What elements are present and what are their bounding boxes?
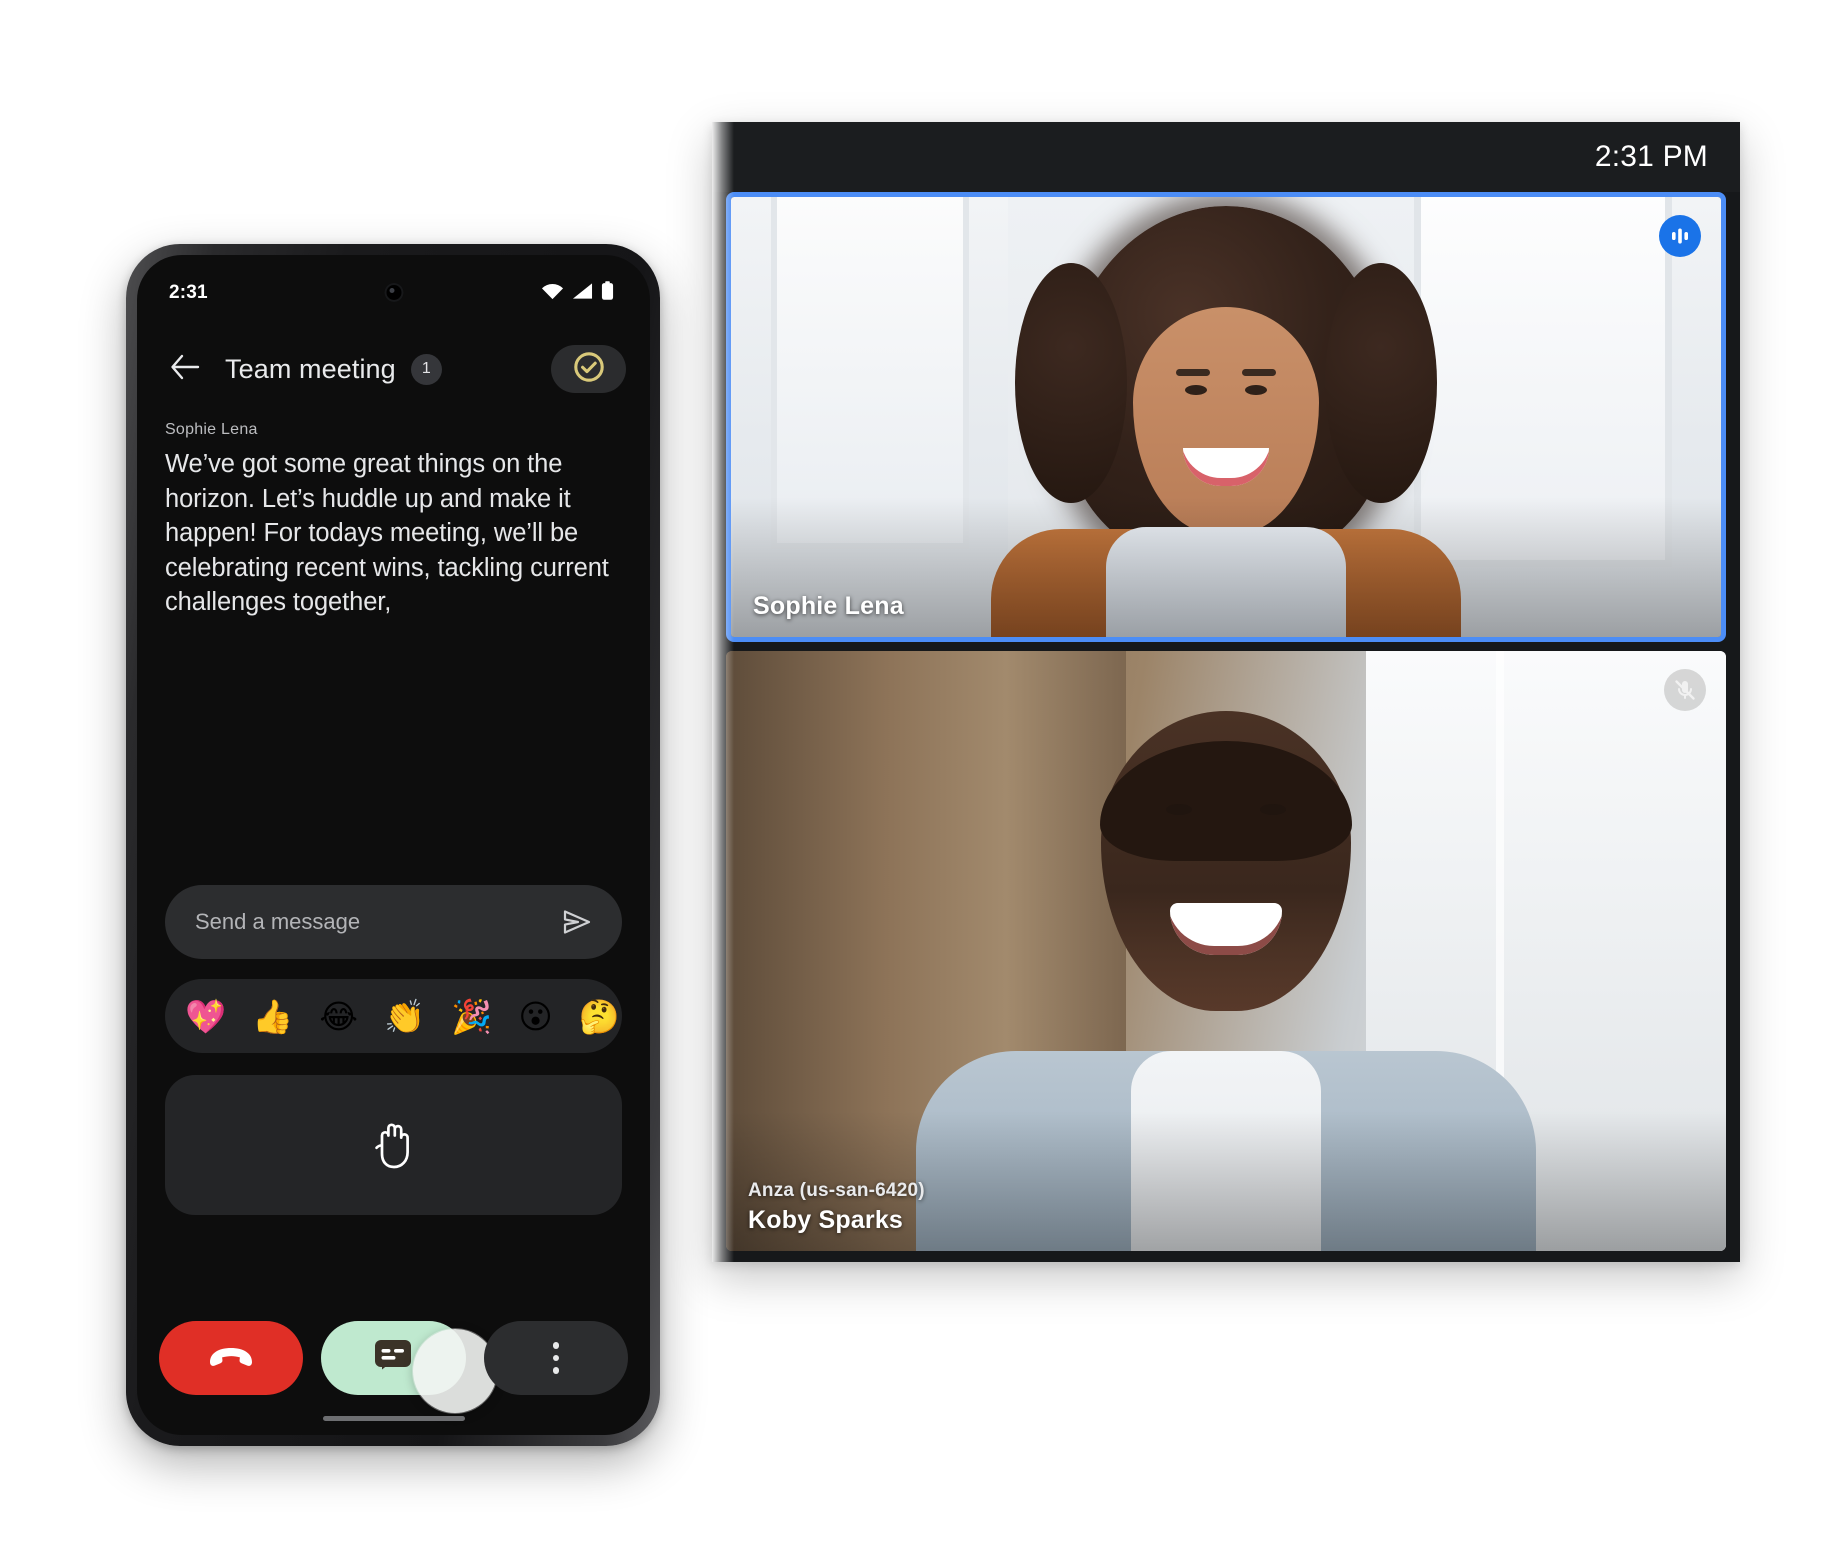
cellular-signal-icon — [572, 282, 593, 305]
phone-status-bar: 2:31 — [137, 277, 650, 309]
video-clock: 2:31 PM — [1594, 140, 1708, 173]
more-options-button[interactable] — [483, 1321, 628, 1395]
participant-count-badge[interactable]: 1 — [410, 353, 442, 385]
participant-name: Sophie Lena — [753, 592, 904, 620]
message-composer[interactable]: Send a message — [165, 885, 622, 959]
message-sender: Sophie Lena — [165, 421, 258, 438]
video-call-window: 2:31 PM Sophie Lena Anza (us-san-6420) K… — [712, 122, 1740, 1262]
face-with-open-mouth-emoji[interactable]: 😮 — [518, 1000, 552, 1033]
send-icon[interactable] — [560, 905, 594, 939]
screenshot-stage: 2:31 Team meeting 1 Sophie Lena We’ve go… — [0, 0, 1831, 1553]
participant-label: Anza (us-san-6420) Koby Sparks — [748, 1180, 925, 1235]
participant-sublabel: Anza (us-san-6420) — [748, 1180, 925, 1201]
call-controls-bar — [137, 1321, 650, 1413]
raise-hand-icon — [368, 1115, 420, 1176]
wifi-icon — [541, 282, 564, 305]
back-button[interactable] — [163, 347, 207, 391]
more-vertical-icon — [552, 1342, 560, 1374]
participant-label: Sophie Lena — [753, 592, 904, 621]
message-body: We’ve got some great things on the horiz… — [165, 450, 609, 617]
chat-icon — [373, 1338, 413, 1379]
gesture-navigation-bar[interactable] — [322, 1416, 465, 1421]
page-title: Team meeting — [225, 353, 396, 384]
end-call-button[interactable] — [159, 1321, 304, 1395]
participant-name: Koby Sparks — [748, 1206, 904, 1234]
active-speaker-icon[interactable] — [1659, 215, 1701, 257]
check-circle-icon — [572, 350, 606, 389]
clapping-hands-emoji[interactable]: 👏 — [384, 1000, 425, 1033]
phone-app-bar: Team meeting 1 — [137, 333, 650, 405]
participant-tile-active[interactable]: Sophie Lena — [726, 192, 1726, 642]
raise-hand-button[interactable] — [165, 1075, 622, 1215]
video-top-bar: 2:31 PM — [712, 122, 1740, 192]
thumbs-up-emoji[interactable]: 👍 — [252, 1000, 293, 1033]
chat-button[interactable] — [321, 1321, 498, 1413]
phone-screen: 2:31 Team meeting 1 Sophie Lena We’ve go… — [137, 255, 650, 1435]
phone-device-frame: 2:31 Team meeting 1 Sophie Lena We’ve go… — [126, 244, 660, 1446]
status-bar-icons — [541, 281, 614, 305]
battery-icon — [601, 281, 614, 305]
message-input[interactable]: Send a message — [195, 909, 560, 935]
back-arrow-icon — [170, 354, 200, 385]
mic-off-icon[interactable] — [1664, 669, 1706, 711]
end-call-icon — [206, 1342, 256, 1375]
mark-done-button[interactable] — [551, 345, 626, 393]
party-popper-emoji[interactable]: 🎉 — [451, 1000, 492, 1033]
face-with-tears-of-joy-emoji[interactable]: 😂 — [319, 1000, 358, 1033]
sparkling-heart-emoji[interactable]: 💖 — [185, 1000, 226, 1033]
reaction-bar: 💖 👍 😂 👏 🎉 😮 🤔 — [165, 979, 622, 1053]
message-area: Sophie Lena We’ve got some great things … — [137, 421, 650, 620]
thinking-face-emoji[interactable]: 🤔 — [579, 1000, 620, 1033]
touch-press-indicator — [413, 1329, 498, 1413]
status-bar-time: 2:31 — [169, 282, 208, 303]
participant-tile-secondary[interactable]: Anza (us-san-6420) Koby Sparks — [726, 651, 1726, 1251]
